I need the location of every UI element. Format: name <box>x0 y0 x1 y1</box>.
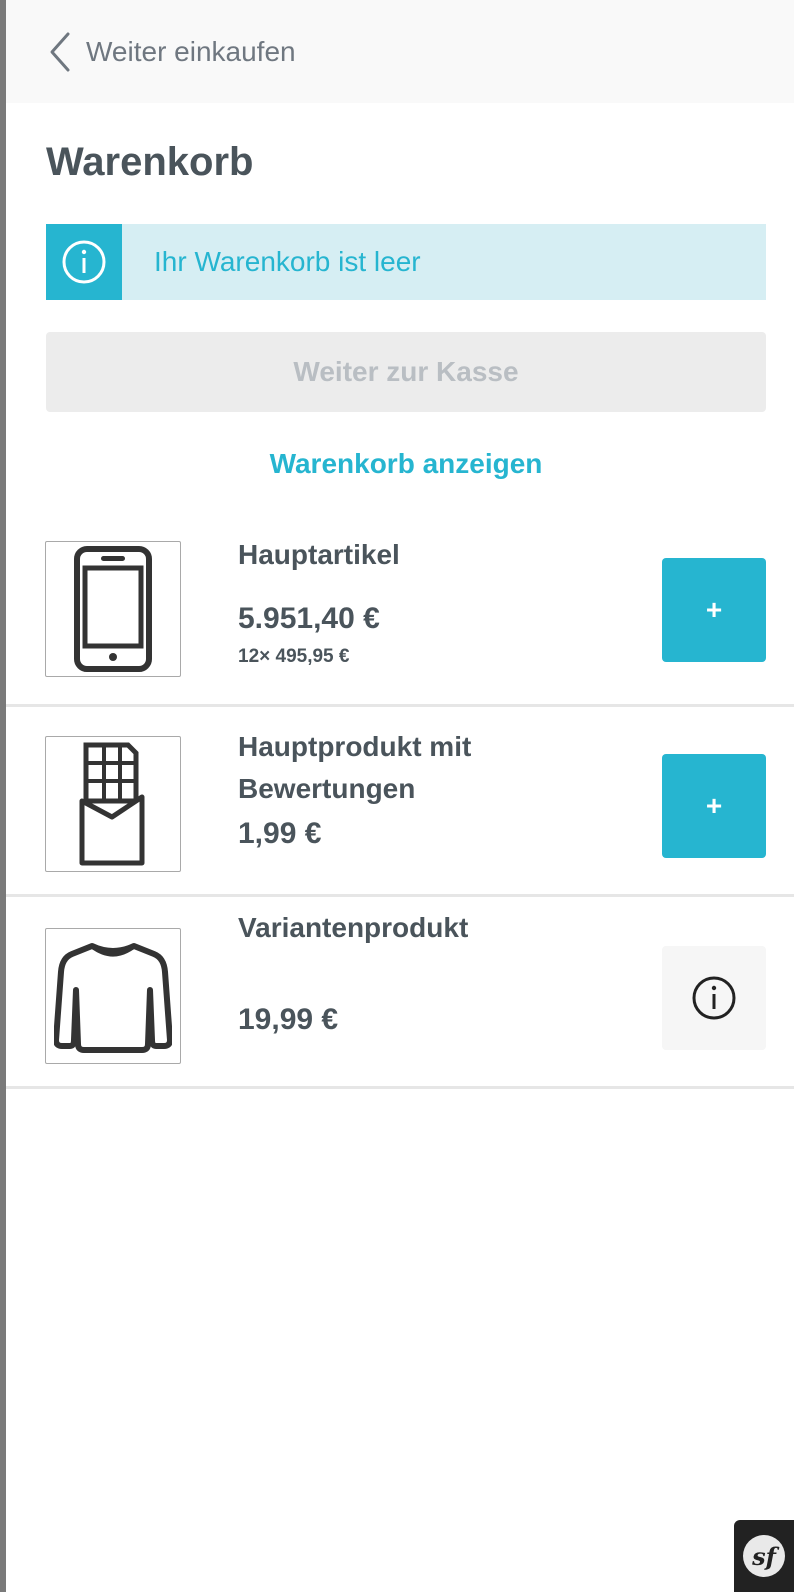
add-to-cart-button[interactable]: + <box>662 754 766 858</box>
top-bar: Weiter einkaufen <box>6 0 794 103</box>
show-cart-link[interactable]: Warenkorb anzeigen <box>46 448 766 480</box>
symfony-logo-icon: sf <box>743 1535 785 1577</box>
continue-shopping-link[interactable]: Weiter einkaufen <box>46 30 296 74</box>
info-icon <box>46 224 122 300</box>
product-name[interactable]: Hauptartikel <box>238 534 618 576</box>
symfony-toolbar-toggle[interactable]: sf <box>734 1520 794 1592</box>
continue-shopping-label: Weiter einkaufen <box>86 36 296 67</box>
plus-icon: + <box>705 790 723 821</box>
product-item: Variantenprodukt 19,99 € <box>6 897 794 1089</box>
plus-icon: + <box>705 594 723 625</box>
info-icon <box>692 976 736 1020</box>
product-item: Hauptprodukt mit Bewertungen 1,99 € + <box>6 707 794 897</box>
product-unit-price: 12× 495,95 € <box>238 646 350 667</box>
svg-text:sf: sf <box>751 1542 780 1571</box>
chevron-left-icon <box>50 32 70 72</box>
product-name[interactable]: Hauptprodukt mit Bewertungen <box>238 726 618 810</box>
product-price: 5.951,40 € <box>238 602 380 635</box>
page-title: Warenkorb <box>46 140 254 184</box>
product-price: 1,99 € <box>238 817 322 850</box>
product-name[interactable]: Variantenprodukt <box>238 907 618 949</box>
chocolate-icon <box>79 742 145 866</box>
product-image[interactable] <box>45 736 181 872</box>
checkout-button[interactable]: Weiter zur Kasse <box>46 332 766 412</box>
product-image[interactable] <box>45 541 181 677</box>
product-info-button[interactable] <box>662 946 766 1050</box>
empty-cart-alert: Ihr Warenkorb ist leer <box>46 224 766 300</box>
alert-message: Ihr Warenkorb ist leer <box>154 246 421 277</box>
add-to-cart-button[interactable]: + <box>662 558 766 662</box>
phone-icon <box>74 546 152 672</box>
shirt-icon <box>54 943 172 1053</box>
product-item: Hauptartikel 5.951,40 € 12× 495,95 € + <box>6 520 794 707</box>
product-image[interactable] <box>45 928 181 1064</box>
product-price: 19,99 € <box>238 1003 339 1036</box>
